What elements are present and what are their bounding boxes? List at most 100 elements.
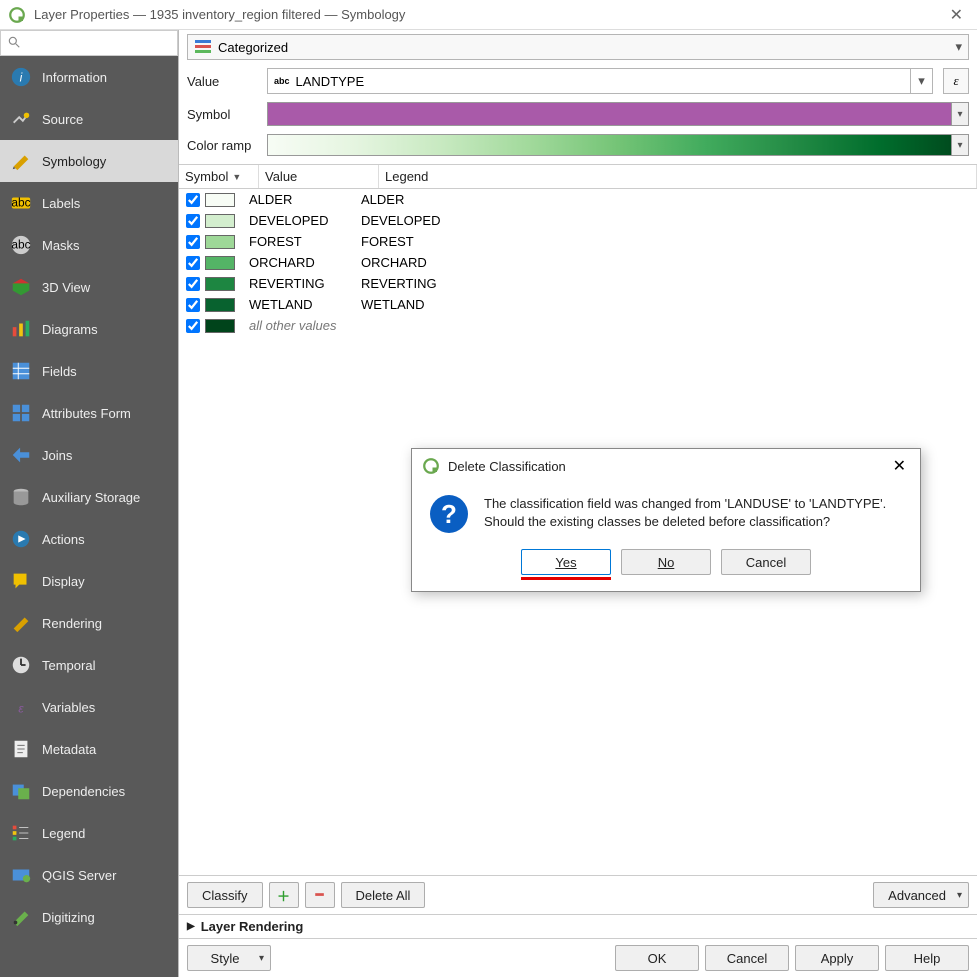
category-checkbox[interactable] — [185, 256, 201, 270]
sidebar-item-digitizing[interactable]: Digitizing — [0, 896, 178, 938]
nav-icon: abc — [10, 234, 32, 256]
category-swatch[interactable] — [205, 193, 235, 207]
sidebar: iInformationSourceSymbologyabcLabelsabcM… — [0, 30, 178, 977]
question-icon: ? — [430, 495, 468, 533]
col-legend[interactable]: Legend — [379, 165, 977, 188]
nav-icon — [10, 360, 32, 382]
sidebar-item-metadata[interactable]: Metadata — [0, 728, 178, 770]
nav-icon — [10, 780, 32, 802]
dialog-message: The classification field was changed fro… — [484, 495, 886, 533]
category-swatch[interactable] — [205, 235, 235, 249]
sidebar-item-temporal[interactable]: Temporal — [0, 644, 178, 686]
nav-icon — [10, 444, 32, 466]
cancel-button[interactable]: Cancel — [705, 945, 789, 971]
sidebar-item-diagrams[interactable]: Diagrams — [0, 308, 178, 350]
sidebar-item-joins[interactable]: Joins — [0, 434, 178, 476]
expression-button[interactable]: ε — [943, 68, 969, 94]
col-symbol[interactable]: Symbol ▼ — [179, 165, 259, 188]
sidebar-item-variables[interactable]: εVariables — [0, 686, 178, 728]
category-swatch[interactable] — [205, 277, 235, 291]
sidebar-item-display[interactable]: Display — [0, 560, 178, 602]
category-row[interactable]: ALDERALDER — [179, 189, 977, 210]
sidebar-item-information[interactable]: iInformation — [0, 56, 178, 98]
category-legend: REVERTING — [361, 276, 971, 291]
sidebar-item-label: Variables — [42, 700, 95, 715]
sidebar-item-attributes-form[interactable]: Attributes Form — [0, 392, 178, 434]
category-swatch[interactable] — [205, 256, 235, 270]
sidebar-item-qgis-server[interactable]: QGIS Server — [0, 854, 178, 896]
sidebar-item-rendering[interactable]: Rendering — [0, 602, 178, 644]
expand-right-icon: ▶ — [187, 921, 195, 932]
nav-icon — [10, 906, 32, 928]
annotation-underline — [521, 577, 611, 580]
nav-icon — [10, 318, 32, 340]
sidebar-item-dependencies[interactable]: Dependencies — [0, 770, 178, 812]
category-row[interactable]: all other values — [179, 315, 977, 336]
dialog-close-button[interactable]: ✕ — [889, 456, 910, 476]
content-pane: Categorized ▾ Value abc LANDTYPE ▾ ε Sym… — [178, 30, 977, 977]
qgis-logo-icon — [422, 457, 440, 475]
category-table-header: Symbol ▼ Value Legend — [179, 165, 977, 189]
sidebar-search-input[interactable] — [25, 36, 171, 51]
category-swatch[interactable] — [205, 214, 235, 228]
sidebar-item-label: Digitizing — [42, 910, 95, 925]
classify-button[interactable]: Classify — [187, 882, 263, 908]
category-legend: ORCHARD — [361, 255, 971, 270]
category-row[interactable]: REVERTINGREVERTING — [179, 273, 977, 294]
sidebar-item-label: 3D View — [42, 280, 90, 295]
chevron-down-icon[interactable]: ▾ — [910, 69, 932, 93]
delete-all-button[interactable]: Delete All — [341, 882, 426, 908]
category-checkbox[interactable] — [185, 319, 201, 333]
category-checkbox[interactable] — [185, 193, 201, 207]
category-swatch[interactable] — [205, 319, 235, 333]
category-checkbox[interactable] — [185, 298, 201, 312]
sidebar-item-label: Metadata — [42, 742, 96, 757]
symbol-label: Symbol — [187, 107, 257, 122]
sidebar-item-label: Information — [42, 70, 107, 85]
dialog-yes-button[interactable]: Yes — [521, 549, 611, 575]
sidebar-item-masks[interactable]: abcMasks — [0, 224, 178, 266]
category-checkbox[interactable] — [185, 277, 201, 291]
sidebar-item-labels[interactable]: abcLabels — [0, 182, 178, 224]
add-category-button[interactable]: ＋ — [269, 882, 299, 908]
color-ramp[interactable]: ▾ — [267, 134, 969, 156]
category-row[interactable]: DEVELOPEDDEVELOPED — [179, 210, 977, 231]
symbol-swatch[interactable]: ▾ — [267, 102, 969, 126]
sidebar-item-actions[interactable]: Actions — [0, 518, 178, 560]
chevron-down-icon[interactable]: ▾ — [951, 134, 969, 156]
category-row[interactable]: WETLANDWETLAND — [179, 294, 977, 315]
category-value: WETLAND — [241, 297, 361, 312]
dialog-cancel-button[interactable]: Cancel — [721, 549, 811, 575]
apply-button[interactable]: Apply — [795, 945, 879, 971]
layer-rendering-section[interactable]: ▶ Layer Rendering — [179, 914, 977, 938]
chevron-down-icon: ▾ — [955, 39, 962, 55]
sidebar-item-legend[interactable]: Legend — [0, 812, 178, 854]
category-row[interactable]: ORCHARDORCHARD — [179, 252, 977, 273]
ok-button[interactable]: OK — [615, 945, 699, 971]
nav-icon — [10, 864, 32, 886]
value-field-combo[interactable]: abc LANDTYPE ▾ — [267, 68, 933, 94]
remove-category-button[interactable]: ━ — [305, 882, 335, 908]
help-button[interactable]: Help — [885, 945, 969, 971]
category-value: ALDER — [241, 192, 361, 207]
sidebar-item-label: Display — [42, 574, 85, 589]
sidebar-item-3d-view[interactable]: 3D View — [0, 266, 178, 308]
renderer-select[interactable]: Categorized ▾ — [187, 34, 969, 60]
window-close-button[interactable]: ✕ — [944, 5, 969, 25]
sidebar-item-symbology[interactable]: Symbology — [0, 140, 178, 182]
dialog-no-button[interactable]: No — [621, 549, 711, 575]
sidebar-item-auxiliary-storage[interactable]: Auxiliary Storage — [0, 476, 178, 518]
advanced-button[interactable]: Advanced — [873, 882, 969, 908]
category-checkbox[interactable] — [185, 235, 201, 249]
category-row[interactable]: FORESTFOREST — [179, 231, 977, 252]
category-swatch[interactable] — [205, 298, 235, 312]
col-value[interactable]: Value — [259, 165, 379, 188]
nav-icon — [10, 276, 32, 298]
chevron-down-icon[interactable]: ▾ — [951, 102, 969, 126]
search-icon — [7, 35, 21, 52]
category-checkbox[interactable] — [185, 214, 201, 228]
sidebar-item-source[interactable]: Source — [0, 98, 178, 140]
sidebar-item-fields[interactable]: Fields — [0, 350, 178, 392]
sidebar-search[interactable] — [0, 30, 178, 56]
style-button[interactable]: Style — [187, 945, 271, 971]
